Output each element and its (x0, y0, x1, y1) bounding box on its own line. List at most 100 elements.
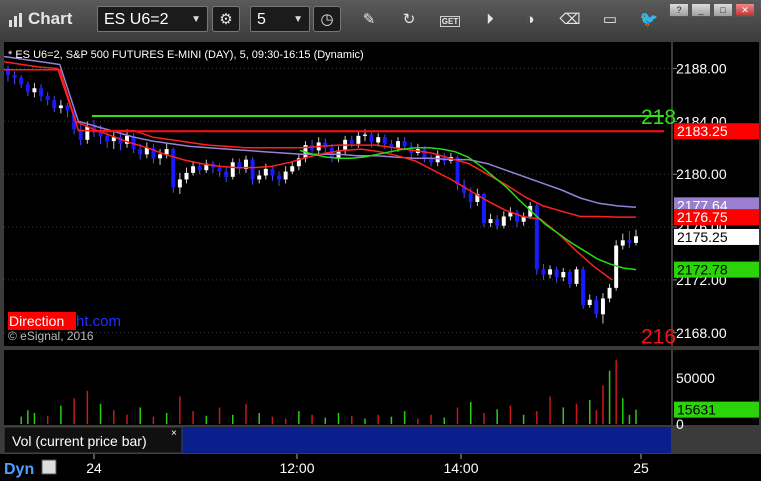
candle-body (250, 159, 255, 180)
candle-body (567, 271, 572, 284)
x-tick-label: 12:00 (279, 460, 314, 476)
clock-icon: ◷ (320, 11, 334, 28)
candle-body (402, 141, 407, 147)
watermark: © eSignal, 2016 (8, 329, 94, 343)
draw-button[interactable]: ✎ (355, 6, 383, 32)
x-tick-label: 14:00 (443, 460, 478, 476)
candle-body (105, 135, 110, 142)
get-button[interactable]: GET (436, 6, 464, 32)
candle-body (45, 96, 50, 101)
chart-canvas[interactable]: 2188.002184.002180.002176.002172.002168.… (0, 40, 761, 481)
symbol-combobox[interactable]: ES U6=2 ▼ (97, 6, 208, 32)
volume-pane (4, 350, 671, 425)
chart-app-icon (9, 13, 22, 27)
twitter-icon: 🐦 (639, 11, 659, 28)
comment-button[interactable]: ▭ (596, 6, 624, 32)
candle-body (362, 134, 367, 136)
y-tick-label: 2180.00 (676, 166, 727, 182)
candle-body (323, 142, 328, 148)
candle-body (191, 166, 196, 173)
candle-body (164, 149, 169, 155)
candle-body (177, 179, 182, 188)
get-icon: GET (439, 16, 461, 27)
close-button[interactable]: ✕ (735, 4, 755, 17)
pencil-icon: ✎ (362, 11, 376, 28)
window-controls: ? _ □ ✕ (667, 0, 755, 17)
candle-body (554, 269, 559, 278)
candle-body (620, 240, 625, 246)
candle-body (230, 162, 235, 177)
price-label: 2176.75 (677, 209, 728, 225)
candle-body (217, 167, 222, 172)
level-label: 218 (641, 106, 676, 129)
candle-body (548, 269, 553, 275)
candle-body (488, 219, 493, 224)
candle-body (12, 75, 17, 78)
twitter-button[interactable]: 🐦 (635, 6, 663, 32)
candle-body (561, 271, 566, 278)
candle-body (382, 137, 387, 144)
maximize-button[interactable]: □ (713, 4, 733, 17)
candle-body (627, 240, 632, 243)
play-icon: ⏵ (486, 11, 494, 28)
candle-body (634, 236, 638, 243)
refresh-button[interactable]: ↻ (395, 6, 423, 32)
minimize-button[interactable]: _ (691, 4, 711, 17)
candle-body (224, 171, 229, 177)
y-tick-label: 2168.00 (676, 325, 727, 341)
candle-body (158, 154, 163, 159)
chart-window: Chart ES U6=2 ▼ ⚙ 5 ▼ ◷ ✎ ↻ GET ⏵ ◑ ⌫ ▭ … (0, 0, 761, 481)
interval-dropdown-icon[interactable]: ▼ (293, 7, 303, 33)
x-tick-label: 24 (86, 460, 102, 476)
candle-body (171, 149, 176, 188)
refresh-icon: ↻ (402, 11, 416, 28)
x-tick-label: 25 (633, 460, 649, 476)
help-button[interactable]: ? (669, 4, 689, 17)
price-label: 2172.78 (677, 262, 728, 278)
candle-body (65, 105, 70, 111)
candle-body (257, 175, 262, 180)
brand-text-a: Direction (9, 313, 64, 329)
interval-combobox[interactable]: 5 ▼ (250, 6, 310, 32)
eraser-button[interactable]: ⌫ (556, 6, 584, 32)
candle-body (369, 134, 374, 143)
play-button[interactable]: ⏵ (476, 6, 504, 32)
candle-body (19, 77, 24, 85)
candle-body (138, 149, 143, 155)
candle-body (356, 135, 361, 144)
brand-text-b: ht.com (76, 313, 121, 330)
candle-body (277, 175, 282, 180)
volume-tick-label: 0 (676, 416, 684, 432)
window-title: Chart (28, 9, 73, 28)
eraser-icon: ⌫ (559, 11, 581, 28)
volume-tick-label: 50000 (676, 370, 715, 386)
volume-value-label: 15631 (677, 402, 716, 418)
candle-body (468, 192, 473, 202)
candle-body (396, 141, 401, 148)
chart-toolbar: Chart ES U6=2 ▼ ⚙ 5 ▼ ◷ ✎ ↻ GET ⏵ ◑ ⌫ ▭ … (0, 0, 761, 41)
level-label: 216 (641, 325, 676, 348)
candle-body (594, 299, 599, 315)
candle-body (197, 166, 202, 171)
gear-icon: ⚙ (219, 11, 233, 28)
candle-body (25, 84, 30, 93)
candle-body (376, 137, 381, 143)
dynamic-mode-icon[interactable] (41, 459, 57, 475)
candle-body (52, 100, 57, 109)
cursor-button[interactable]: ◑ (516, 6, 544, 32)
clock-button[interactable]: ◷ (313, 6, 341, 32)
candle-body (85, 126, 90, 140)
candle-body (541, 269, 546, 275)
symbol-dropdown-icon[interactable]: ▼ (191, 7, 201, 33)
chart-title: * ES U6=2, S&P 500 FUTURES E-MINI (DAY),… (8, 49, 364, 61)
volume-legend-close-icon[interactable]: × (171, 428, 177, 439)
price-label: 2183.25 (677, 123, 728, 139)
candle-body (574, 269, 579, 284)
candle-body (32, 88, 37, 93)
candle-body (587, 299, 592, 306)
candle-body (58, 105, 63, 109)
candle-body (501, 216, 506, 226)
candle-body (600, 298, 605, 315)
gear-button[interactable]: ⚙ (212, 6, 240, 32)
symbol-value: ES U6=2 (104, 11, 169, 28)
